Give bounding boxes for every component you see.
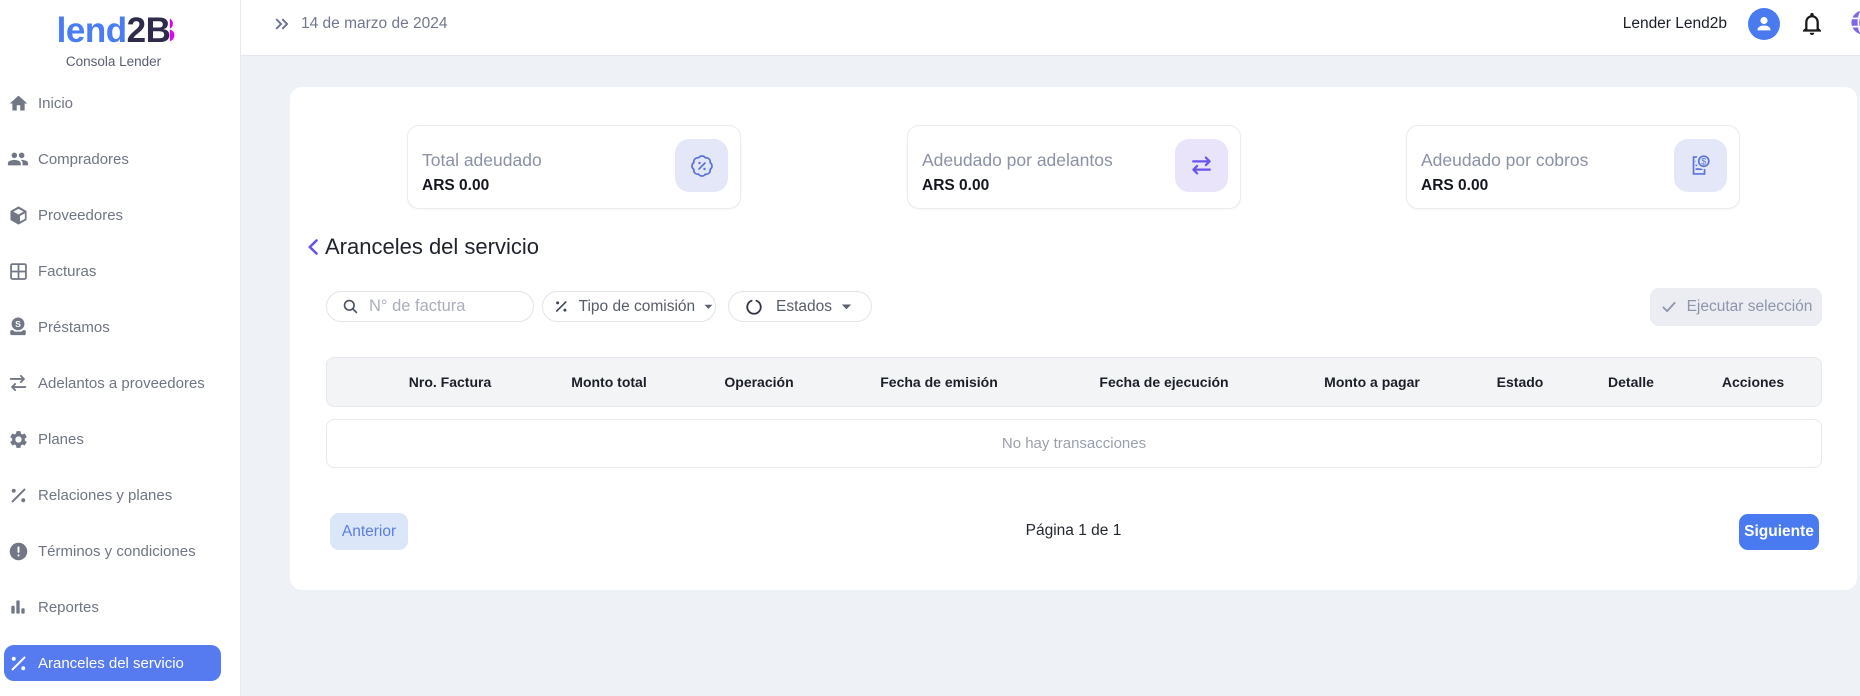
svg-text:S: S [15, 319, 21, 329]
svg-text:$: $ [1701, 156, 1706, 166]
